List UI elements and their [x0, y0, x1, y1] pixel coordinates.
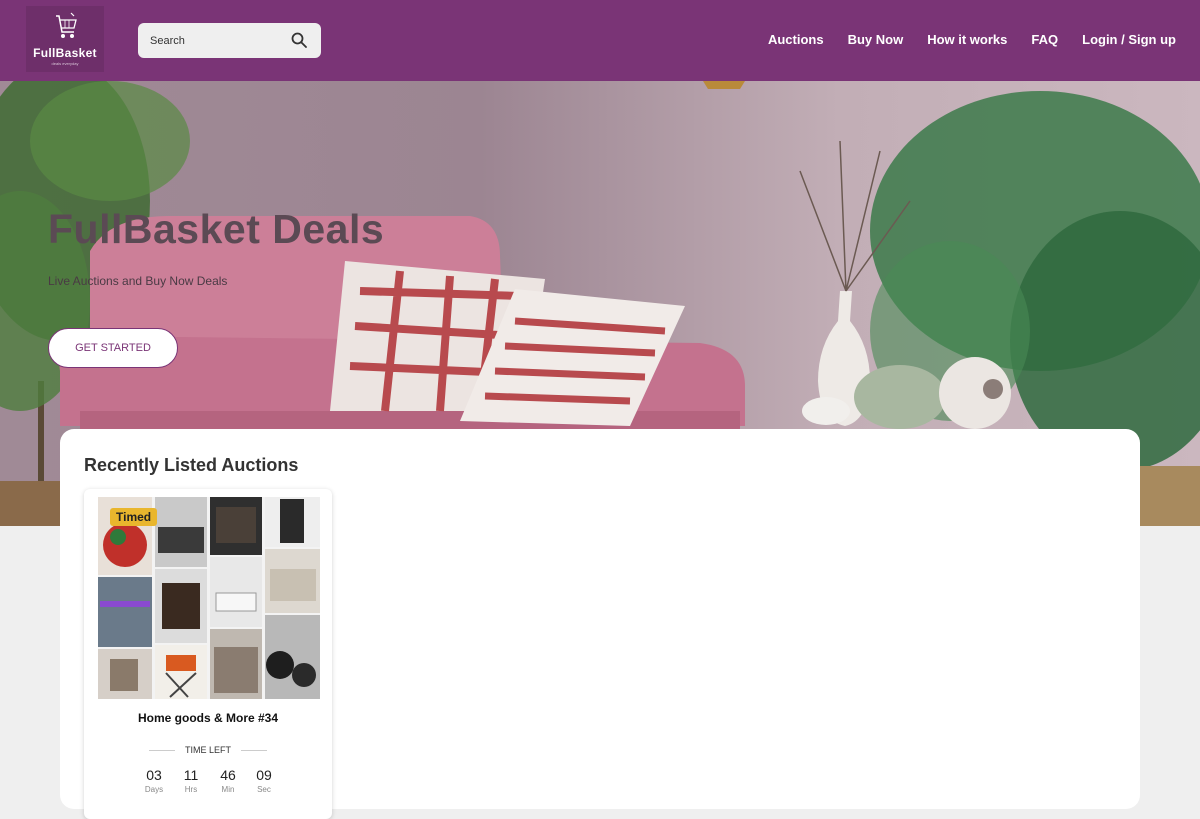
- nav-auctions[interactable]: Auctions: [768, 32, 824, 47]
- auction-card[interactable]: Timed Home goods & More #34 TIME LEFT 03…: [84, 489, 332, 819]
- countdown-hours: 11 Hrs: [176, 767, 206, 794]
- countdown-hours-unit: Hrs: [184, 785, 198, 794]
- hero-subtitle: Live Auctions and Buy Now Deals: [48, 274, 228, 288]
- hero-title: FullBasket Deals: [48, 206, 385, 252]
- timed-badge: Timed: [110, 508, 158, 526]
- countdown-minutes-unit: Min: [221, 785, 235, 794]
- section-title: Recently Listed Auctions: [84, 455, 299, 475]
- countdown-days-unit: Days: [144, 785, 164, 794]
- get-started-button[interactable]: GET STARTED: [48, 328, 178, 368]
- countdown-seconds: 09 Sec: [249, 767, 279, 794]
- shopping-cart-icon: [56, 12, 77, 38]
- top-nav-bar: FullBasket deals everyday Search Auction…: [0, 0, 1200, 81]
- countdown-seconds-unit: Sec: [257, 785, 271, 794]
- nav-faq[interactable]: FAQ: [1031, 32, 1058, 47]
- logo-tagline: deals everyday: [51, 61, 79, 66]
- countdown-minutes-value: 46: [220, 767, 236, 783]
- logo-text: FullBasket: [33, 46, 97, 60]
- nav-buy-now[interactable]: Buy Now: [848, 32, 904, 47]
- main-nav: Auctions Buy Now How it works FAQ Login …: [768, 32, 1176, 47]
- site-logo[interactable]: FullBasket deals everyday: [26, 6, 104, 72]
- countdown-days-value: 03: [146, 767, 162, 783]
- nav-login-signup[interactable]: Login / Sign up: [1082, 32, 1176, 47]
- countdown-minutes: 46 Min: [213, 767, 243, 794]
- product-collage-image: [98, 497, 320, 699]
- auction-image-collage[interactable]: Timed: [98, 497, 320, 699]
- auction-title[interactable]: Home goods & More #34: [84, 711, 332, 725]
- search-icon[interactable]: [291, 32, 307, 48]
- content-panel: Recently Listed Auctions Timed Home good…: [60, 429, 1140, 819]
- countdown-seconds-value: 09: [256, 767, 272, 783]
- countdown-hours-value: 11: [183, 767, 199, 783]
- search-input[interactable]: Search: [138, 23, 321, 58]
- search-placeholder: Search: [150, 35, 185, 47]
- time-left-label: TIME LEFT: [84, 745, 332, 755]
- countdown-days: 03 Days: [139, 767, 169, 794]
- nav-how-it-works[interactable]: How it works: [927, 32, 1007, 47]
